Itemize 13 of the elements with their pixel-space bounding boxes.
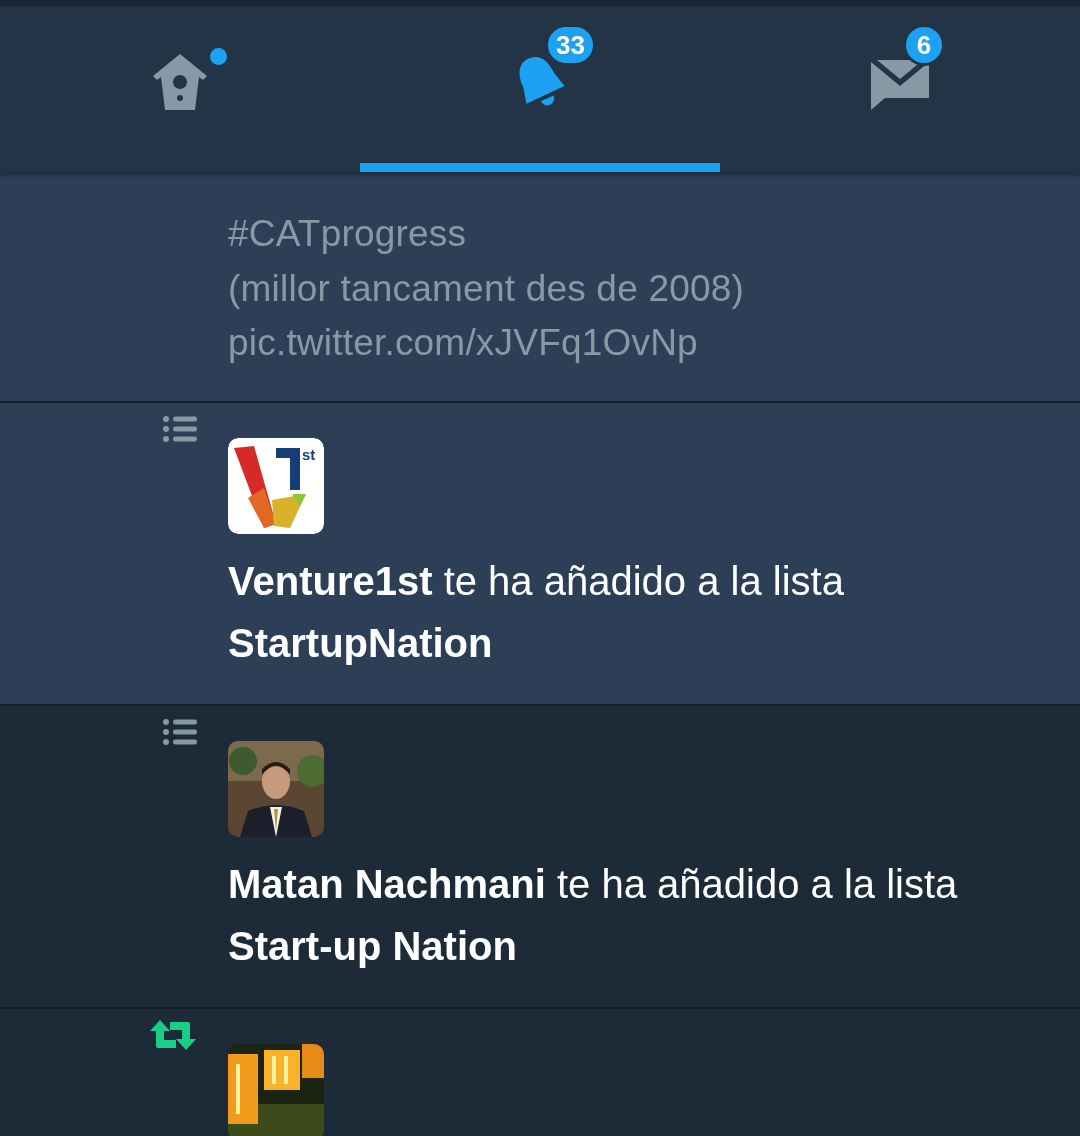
count-badge: 6 xyxy=(903,24,945,66)
notification-text: Venture1st te ha añadido a la lista StartupNation xyxy=(228,557,845,667)
tweet-text: #CATprogress (millor tancament des de 2008) pic.twitter.com/xJVFq1OvNp xyxy=(228,212,746,365)
notification-text: Matan Nachmani te ha añadido a la lista Start-up Nation xyxy=(228,860,959,970)
tab[interactable]: 6 xyxy=(720,6,1080,172)
retweet-icon xyxy=(150,1019,196,1050)
list-icon xyxy=(163,717,197,746)
tab[interactable]: 33 xyxy=(360,6,720,172)
notification-card[interactable]: st Venture1st te ha añadido a la lista StartupNation xyxy=(0,402,1080,706)
notification-card[interactable]: #CATprogress (millor tancament des de 2008) pic.twitter.com/xJVFq1OvNp xyxy=(0,172,1080,403)
logo-text: st xyxy=(302,445,316,463)
count-badge: 33 xyxy=(545,24,596,66)
list-icon xyxy=(163,414,197,443)
